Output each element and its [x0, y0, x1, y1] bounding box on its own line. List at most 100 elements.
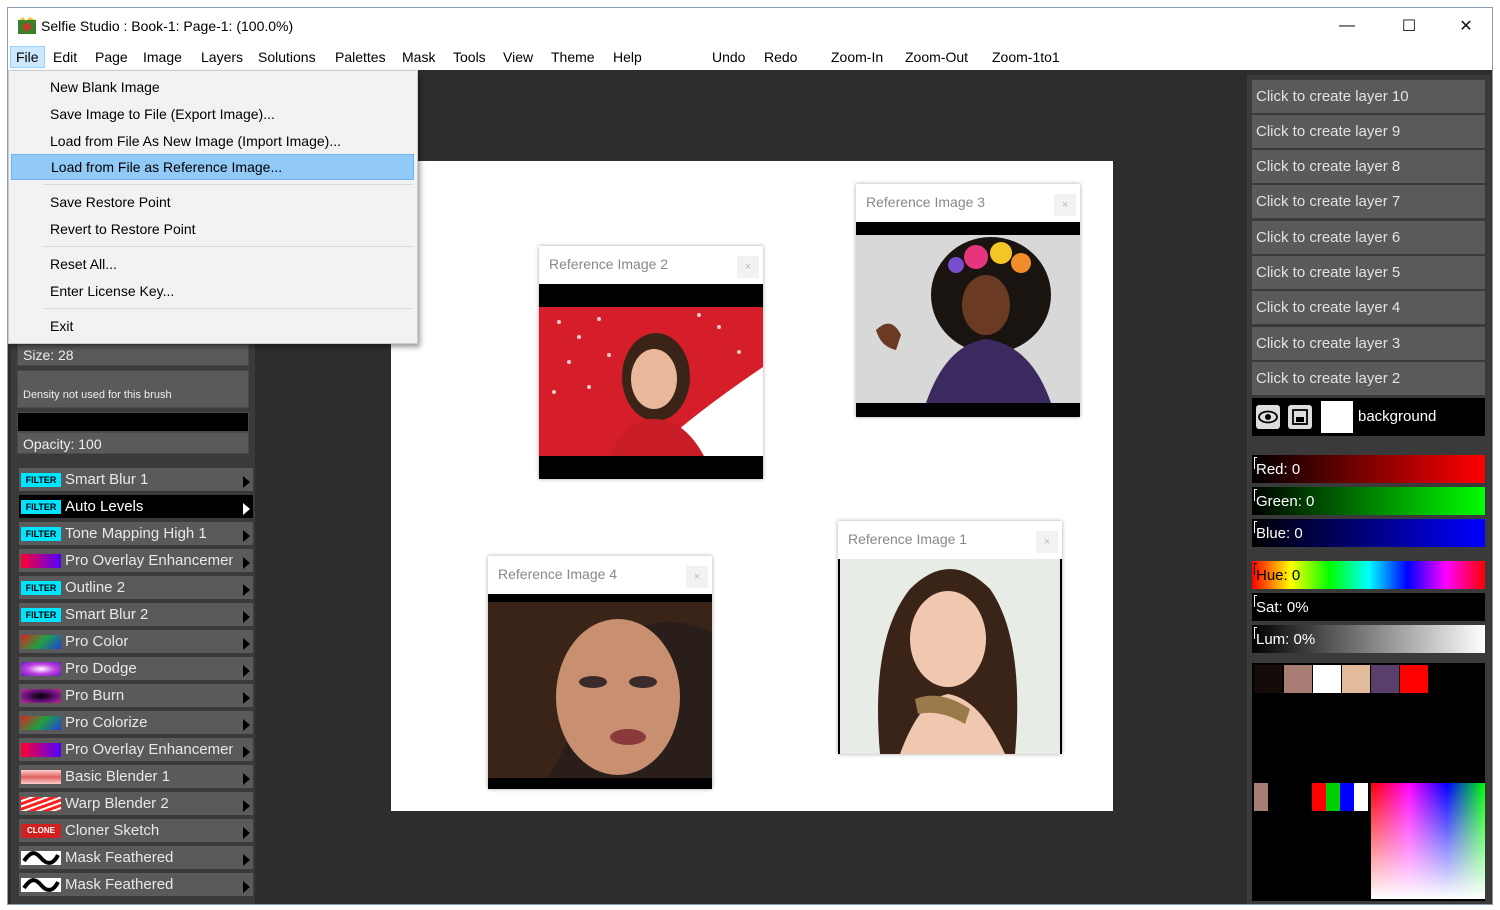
brush-opacity-slider[interactable]: Opacity: 100	[17, 432, 249, 454]
create-layer-4-button[interactable]: Click to create layer 4	[1252, 291, 1485, 324]
submenu-arrow-icon[interactable]	[243, 692, 250, 704]
brush-size-slider[interactable]: Size: 28	[17, 344, 249, 366]
submenu-arrow-icon[interactable]	[243, 638, 250, 650]
menu-tools[interactable]: Tools	[448, 46, 491, 68]
blue-slider[interactable]: Blue: 0	[1252, 519, 1485, 547]
palette-swatch[interactable]	[1313, 665, 1341, 693]
preset-white-chip[interactable]	[1354, 783, 1368, 811]
menu-revert-to-restore-point[interactable]: Revert to Restore Point	[11, 216, 414, 242]
create-layer-8-button[interactable]: Click to create layer 8	[1252, 150, 1485, 183]
color-picker-gradient[interactable]	[1371, 783, 1485, 899]
luminance-slider[interactable]: Lum: 0%	[1252, 625, 1485, 653]
submenu-arrow-icon[interactable]	[243, 773, 250, 785]
close-icon[interactable]: ×	[686, 566, 708, 588]
brush-item[interactable]: Pro Dodge	[19, 657, 253, 682]
submenu-arrow-icon[interactable]	[243, 476, 250, 488]
current-color-chip[interactable]	[1254, 783, 1268, 811]
submenu-arrow-icon[interactable]	[243, 800, 250, 812]
menu-enter-license-key[interactable]: Enter License Key...	[11, 278, 414, 304]
reference-image-4-window[interactable]: Reference Image 4 ×	[488, 556, 712, 789]
close-icon[interactable]: ×	[737, 256, 759, 278]
create-layer-5-button[interactable]: Click to create layer 5	[1252, 256, 1485, 289]
submenu-arrow-icon[interactable]	[243, 611, 250, 623]
menu-file[interactable]: File	[10, 46, 45, 68]
palette-swatch[interactable]	[1254, 665, 1282, 693]
menu-theme[interactable]: Theme	[546, 46, 600, 68]
brush-item[interactable]: Mask Feathered	[19, 873, 253, 898]
background-layer[interactable]: background	[1252, 398, 1485, 436]
menu-load-reference-image[interactable]: Load from File as Reference Image...	[11, 154, 414, 180]
submenu-arrow-icon[interactable]	[243, 827, 250, 839]
minimize-button[interactable]: —	[1318, 8, 1376, 44]
zoom-in-button[interactable]: Zoom-In	[826, 46, 888, 68]
brush-item[interactable]: Warp Blender 2	[19, 792, 253, 817]
submenu-arrow-icon[interactable]	[243, 665, 250, 677]
preset-blue-chip[interactable]	[1340, 783, 1354, 811]
close-window-button[interactable]: ✕	[1437, 8, 1492, 44]
lock-icon[interactable]	[1288, 405, 1312, 429]
menu-image[interactable]: Image	[138, 46, 187, 68]
create-layer-7-button[interactable]: Click to create layer 7	[1252, 185, 1485, 218]
menu-new-blank-image[interactable]: New Blank Image	[11, 74, 414, 100]
menu-solutions[interactable]: Solutions	[253, 46, 321, 68]
menu-save-image-to-file[interactable]: Save Image to File (Export Image)...	[11, 101, 414, 127]
submenu-arrow-icon[interactable]	[243, 530, 250, 542]
brush-item[interactable]: FILTER Tone Mapping High 1	[19, 522, 253, 547]
brush-item[interactable]: FILTER Smart Blur 1	[19, 468, 253, 493]
brush-item[interactable]: Pro Color	[19, 630, 253, 655]
background-color-swatch[interactable]	[1321, 401, 1353, 433]
zoom-1to1-button[interactable]: Zoom-1to1	[987, 46, 1065, 68]
menu-layers[interactable]: Layers	[196, 46, 248, 68]
submenu-arrow-icon[interactable]	[243, 881, 250, 893]
reference-image-1-window[interactable]: Reference Image 1 ×	[838, 521, 1062, 754]
menu-palettes[interactable]: Palettes	[330, 46, 391, 68]
reference-image-2-window[interactable]: Reference Image 2 ×	[539, 246, 763, 479]
redo-button[interactable]: Redo	[759, 46, 802, 68]
submenu-arrow-icon[interactable]	[243, 719, 250, 731]
brush-item[interactable]: Pro Burn	[19, 684, 253, 709]
submenu-arrow-icon[interactable]	[243, 854, 250, 866]
red-slider[interactable]: Red: 0	[1252, 455, 1485, 483]
saturation-slider[interactable]: Sat: 0%	[1252, 593, 1485, 621]
menu-save-restore-point[interactable]: Save Restore Point	[11, 189, 414, 215]
preset-red-chip[interactable]	[1312, 783, 1326, 811]
brush-item[interactable]: Pro Overlay Enhancement	[19, 549, 253, 574]
submenu-arrow-icon[interactable]	[243, 746, 250, 758]
brush-density-slider[interactable]: Density not used for this brush	[17, 370, 249, 408]
menu-reset-all[interactable]: Reset All...	[11, 251, 414, 277]
submenu-arrow-icon[interactable]	[243, 503, 250, 515]
palette-swatch[interactable]	[1371, 665, 1399, 693]
undo-button[interactable]: Undo	[707, 46, 750, 68]
brush-item[interactable]: FILTER Smart Blur 2	[19, 603, 253, 628]
preset-green-chip[interactable]	[1326, 783, 1340, 811]
brush-item[interactable]: Pro Overlay Enhancement	[19, 738, 253, 763]
menu-page[interactable]: Page	[90, 46, 133, 68]
brush-color-bar[interactable]	[17, 412, 249, 432]
brush-item[interactable]: Pro Colorize	[19, 711, 253, 736]
close-icon[interactable]: ×	[1054, 194, 1076, 216]
menu-exit[interactable]: Exit	[11, 313, 414, 339]
reference-image-3-window[interactable]: Reference Image 3 ×	[856, 184, 1080, 417]
create-layer-2-button[interactable]: Click to create layer 2	[1252, 362, 1485, 395]
create-layer-9-button[interactable]: Click to create layer 9	[1252, 115, 1485, 148]
brush-item[interactable]: CLONE Cloner Sketch	[19, 819, 253, 844]
palette-swatch[interactable]	[1400, 665, 1428, 693]
menu-load-as-new-image[interactable]: Load from File As New Image (Import Imag…	[11, 128, 414, 154]
menu-mask[interactable]: Mask	[397, 46, 440, 68]
menu-help[interactable]: Help	[608, 46, 647, 68]
eye-icon[interactable]	[1256, 405, 1280, 429]
palette-swatch[interactable]	[1284, 665, 1312, 693]
create-layer-10-button[interactable]: Click to create layer 10	[1252, 80, 1485, 113]
maximize-button[interactable]: ☐	[1380, 8, 1438, 44]
zoom-out-button[interactable]: Zoom-Out	[900, 46, 973, 68]
color-palette[interactable]	[1252, 663, 1485, 901]
menu-edit[interactable]: Edit	[48, 46, 82, 68]
image-canvas[interactable]: Reference Image 2 × Reference Image 3 ×	[391, 161, 1113, 811]
brush-item[interactable]: FILTER Outline 2	[19, 576, 253, 601]
submenu-arrow-icon[interactable]	[243, 584, 250, 596]
menu-view[interactable]: View	[498, 46, 538, 68]
hue-slider[interactable]: Hue: 0	[1252, 561, 1485, 589]
create-layer-6-button[interactable]: Click to create layer 6	[1252, 221, 1485, 254]
brush-item[interactable]: Basic Blender 1	[19, 765, 253, 790]
brush-item[interactable]: Mask Feathered	[19, 846, 253, 871]
